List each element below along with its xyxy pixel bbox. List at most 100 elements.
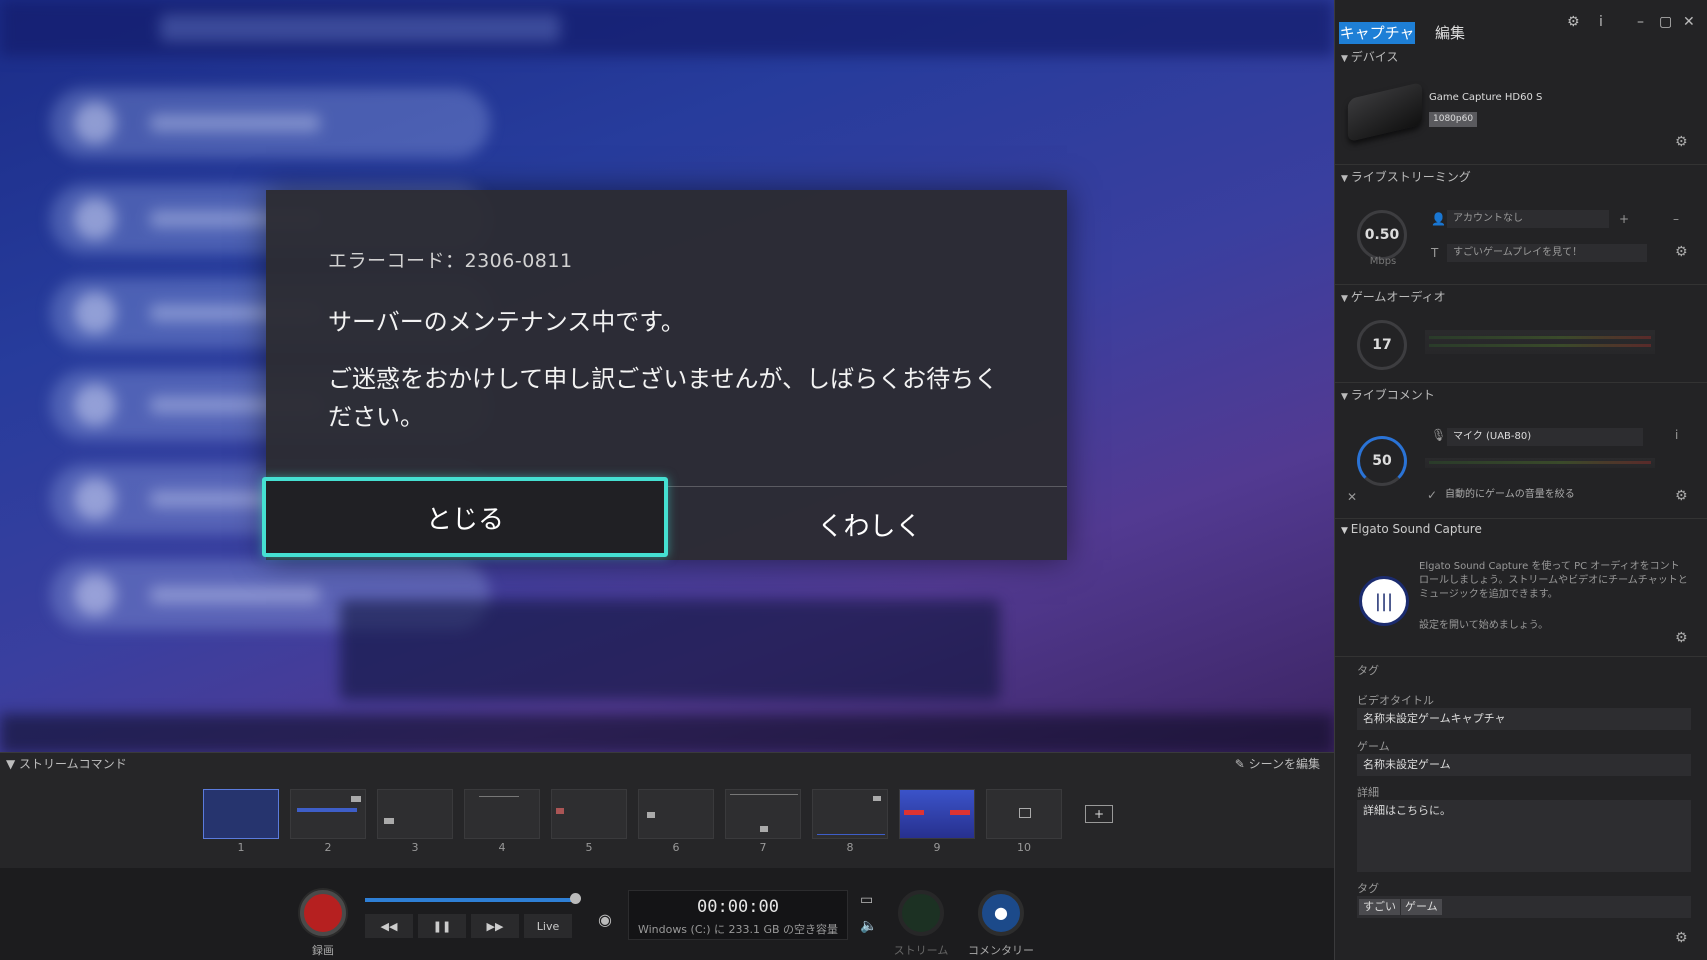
blurred-footer xyxy=(0,714,1334,752)
timeline-progress[interactable] xyxy=(365,898,575,902)
monitor-icon[interactable]: ▭ xyxy=(860,892,873,908)
error-dialog: エラーコード：2306-0811 サーバーのメンテナンス中です。 ご迷惑をおかけ… xyxy=(262,190,1067,561)
camera-icon[interactable]: ◉ xyxy=(598,910,612,929)
checkbox-icon[interactable]: ✓ xyxy=(1427,488,1437,502)
sound-capture-icon: ||| xyxy=(1359,576,1409,626)
error-message: サーバーのメンテナンス中です。 xyxy=(328,308,685,336)
scene-thumbnail[interactable] xyxy=(812,789,888,839)
gear-icon[interactable]: ⚙ xyxy=(1675,630,1688,646)
device-name: Game Capture HD60 S xyxy=(1429,92,1543,103)
scene-thumbnail[interactable] xyxy=(986,789,1062,839)
gear-icon[interactable]: ⚙ xyxy=(1675,930,1688,946)
section-header-live-streaming[interactable]: ライブストリーミング xyxy=(1341,168,1471,185)
scene-thumbnail[interactable] xyxy=(377,789,453,839)
maximize-icon[interactable]: ▢ xyxy=(1659,14,1672,30)
volume-icon[interactable]: 🔈 xyxy=(860,918,877,934)
blurred-menu-item xyxy=(50,88,490,158)
section-header-sound-capture[interactable]: Elgato Sound Capture xyxy=(1341,522,1482,536)
details-input[interactable]: 詳細はこちらに。 xyxy=(1357,800,1691,872)
add-scene-button[interactable]: + xyxy=(1085,805,1113,823)
tab-capture[interactable]: キャプチャ xyxy=(1339,22,1415,44)
divider xyxy=(1335,382,1707,383)
commentary-button[interactable]: ● xyxy=(978,890,1024,936)
scene-thumbnail[interactable] xyxy=(203,789,279,839)
section-header-live-commentary[interactable]: ライブコメント xyxy=(1341,386,1435,403)
commentary-knob[interactable]: 50 xyxy=(1357,436,1407,486)
record-label: 録画 xyxy=(312,944,334,957)
bitrate-knob[interactable]: 0.50 xyxy=(1357,210,1407,260)
scene-thumbnail[interactable] xyxy=(290,789,366,839)
rewind-button[interactable]: ◀◀ xyxy=(365,914,413,938)
section-header-device[interactable]: デバイス xyxy=(1341,48,1399,65)
timeline-handle[interactable] xyxy=(570,893,581,904)
video-title-input[interactable]: 名称未設定ゲームキャプチャ xyxy=(1357,708,1691,730)
live-button[interactable]: Live xyxy=(524,914,572,938)
pencil-icon: ✎ xyxy=(1234,757,1249,771)
scene-thumbnail[interactable] xyxy=(899,789,975,839)
scene-header[interactable]: ▼ ストリームコマンド xyxy=(6,755,127,772)
microphone-icon: ● xyxy=(994,903,1008,922)
info-icon[interactable]: ⅰ xyxy=(1599,14,1603,30)
tab-edit[interactable]: 編集 xyxy=(1425,22,1475,44)
forward-button[interactable]: ▶▶ xyxy=(471,914,519,938)
details-label: 詳細 xyxy=(1357,786,1379,799)
record-button[interactable] xyxy=(300,890,346,936)
close-button[interactable]: とじる xyxy=(262,477,668,557)
tag-chip[interactable]: ゲーム xyxy=(1401,899,1442,915)
scene-header-label: ストリームコマンド xyxy=(19,757,127,771)
divider xyxy=(1335,656,1707,657)
text-icon: T xyxy=(1431,246,1439,260)
scene-number: 5 xyxy=(585,841,593,854)
microphone-select[interactable]: マイク (UAB-80) xyxy=(1447,428,1643,446)
game-audio-knob[interactable]: 17 xyxy=(1357,320,1407,370)
right-panel: キャプチャ 編集 ⚙ ⅰ – ▢ ✕ デバイス Game Capture HD6… xyxy=(1334,0,1707,960)
disk-space: Windows (C:) に 233.1 GB の空き容量 xyxy=(637,923,839,936)
remove-icon[interactable]: – xyxy=(1673,212,1679,226)
dialog-buttons: とじる くわしく xyxy=(262,477,1067,561)
mute-icon[interactable]: ✕ xyxy=(1347,490,1357,504)
tags-input[interactable]: すごい ゲーム xyxy=(1357,896,1691,918)
add-icon[interactable]: + xyxy=(1619,212,1629,226)
error-apology: ご迷惑をおかけして申し訳ございませんが、しばらくお待ちください。 xyxy=(328,365,999,431)
tags-label: タグ xyxy=(1357,882,1379,895)
edit-scene-button[interactable]: ✎ シーンを編集 xyxy=(1235,755,1320,772)
gear-icon[interactable]: ⚙ xyxy=(1675,244,1688,260)
stream-title-input[interactable]: すごいゲームプレイを見て！ xyxy=(1447,244,1647,262)
gear-icon[interactable]: ⚙ xyxy=(1675,488,1688,504)
scene-bar: ▼ ストリームコマンド ✎ シーンを編集 1 2 3 4 5 6 7 8 9 1… xyxy=(0,752,1334,868)
collapse-icon: ▼ xyxy=(6,757,20,771)
blurred-title xyxy=(160,14,560,42)
pause-button[interactable]: ❚❚ xyxy=(418,914,466,938)
scene-number: 1 xyxy=(237,841,245,854)
commentary-label: コメンタリー xyxy=(968,944,1034,957)
scene-thumbnail[interactable] xyxy=(464,789,540,839)
auto-lower-option[interactable]: 自動的にゲームの音量を絞る xyxy=(1439,486,1639,504)
scene-number: 8 xyxy=(846,841,854,854)
scene-number: 9 xyxy=(933,841,941,854)
divider xyxy=(1335,164,1707,165)
close-window-icon[interactable]: ✕ xyxy=(1683,14,1695,30)
gear-icon[interactable]: ⚙ xyxy=(1675,134,1688,150)
stream-button[interactable] xyxy=(898,890,944,936)
game-label: ゲーム xyxy=(1357,740,1390,753)
tag-chip[interactable]: すごい xyxy=(1359,899,1400,915)
time-display: 00:00:00 Windows (C:) に 233.1 GB の空き容量 xyxy=(628,890,848,940)
game-input[interactable]: 名称未設定ゲーム xyxy=(1357,754,1691,776)
minimize-icon[interactable]: – xyxy=(1637,14,1644,30)
device-resolution-badge[interactable]: 1080p60 xyxy=(1429,112,1478,127)
scene-thumbnail[interactable] xyxy=(725,789,801,839)
commentary-meter xyxy=(1425,458,1655,468)
capture-preview: エラーコード：2306-0811 サーバーのメンテナンス中です。 ご迷惑をおかけ… xyxy=(0,0,1334,752)
account-select[interactable]: アカウントなし xyxy=(1447,210,1609,228)
scene-thumbnail[interactable] xyxy=(638,789,714,839)
gear-icon[interactable]: ⚙ xyxy=(1567,14,1580,30)
transport-bar: 録画 ◀◀ ❚❚ ▶▶ Live ◉ 00:00:00 Windows (C:)… xyxy=(0,868,1334,960)
user-icon: 👤 xyxy=(1431,212,1446,226)
app-window: エラーコード：2306-0811 サーバーのメンテナンス中です。 ご迷惑をおかけ… xyxy=(0,0,1707,960)
sound-capture-description: Elgato Sound Capture を使って PC オーディオをコントロー… xyxy=(1419,561,1688,600)
details-button[interactable]: くわしく xyxy=(672,487,1067,561)
scene-thumbnail[interactable] xyxy=(551,789,627,839)
edit-scene-label: シーンを編集 xyxy=(1248,757,1320,771)
section-header-game-audio[interactable]: ゲームオーディオ xyxy=(1341,288,1446,305)
info-icon[interactable]: ⅰ xyxy=(1675,428,1678,442)
